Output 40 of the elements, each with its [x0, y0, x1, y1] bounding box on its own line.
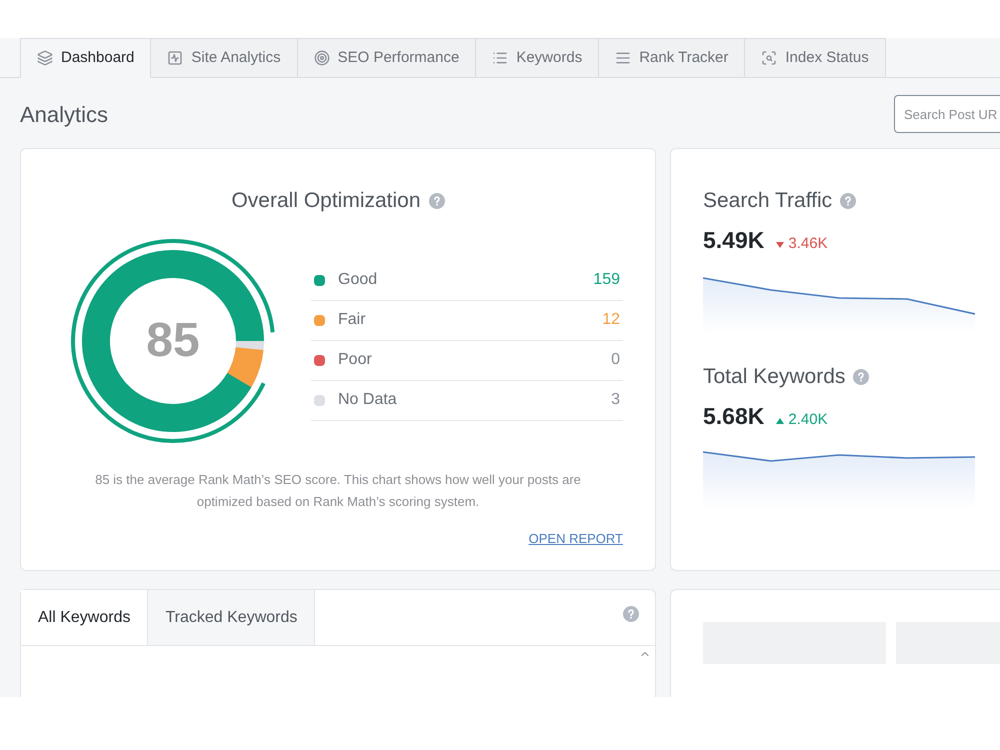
tab-icon [314, 50, 330, 66]
down-triangle-icon [776, 242, 784, 248]
tab-icon [761, 50, 778, 66]
stat-change: 2.40K [776, 409, 828, 432]
legend-count: 0 [611, 350, 621, 370]
help-icon[interactable] [623, 606, 639, 622]
tab-icon [167, 50, 184, 66]
nav-tab[interactable]: Site Analytics [151, 38, 298, 78]
stat-title: Total Keywords [703, 364, 846, 390]
nav-tab[interactable]: Index Status [745, 38, 886, 78]
legend-label: Poor [338, 350, 373, 370]
stat-value: 5.49K [703, 226, 764, 254]
nav-tab[interactable]: Dashboard [20, 38, 152, 78]
legend-label: Fair [338, 310, 367, 330]
help-icon[interactable] [428, 192, 445, 209]
page-title: Analytics [20, 100, 108, 129]
description-text: 85 is the average Rank Math’s SEO score. This chart shows how well your posts are optimized based on Rank Math’s scoring system. [94, 470, 582, 511]
stat-title: Search Traffic [703, 188, 832, 214]
keyword-tab[interactable]: All Keywords [21, 590, 148, 645]
score-value: 85 [146, 312, 200, 368]
nav-tab[interactable]: SEO Performance [298, 38, 476, 78]
up-triangle-icon [776, 418, 784, 424]
tab-icon [615, 50, 632, 66]
legend-label: No Data [338, 390, 398, 410]
search-field[interactable]: Search Post UR [894, 95, 1000, 133]
tab-icon [37, 50, 53, 66]
stat-change: 3.46K [776, 233, 828, 256]
legend-count: 12 [602, 310, 621, 330]
legend-count: 3 [611, 390, 621, 410]
nav-tab[interactable]: Rank Tracker [599, 38, 746, 78]
legend-label: Good [338, 270, 378, 290]
tab-icon [492, 50, 508, 66]
card-title: Overall Optimization [231, 188, 421, 214]
open-report-link[interactable]: OPEN REPORT [528, 528, 623, 548]
help-icon[interactable] [853, 368, 870, 385]
help-icon[interactable] [840, 192, 856, 209]
legend-count: 159 [593, 270, 621, 290]
keyword-tab[interactable]: Tracked Keywords [148, 590, 316, 645]
stat-value: 5.68K [703, 402, 764, 430]
nav-tab[interactable]: Keywords [476, 38, 600, 78]
